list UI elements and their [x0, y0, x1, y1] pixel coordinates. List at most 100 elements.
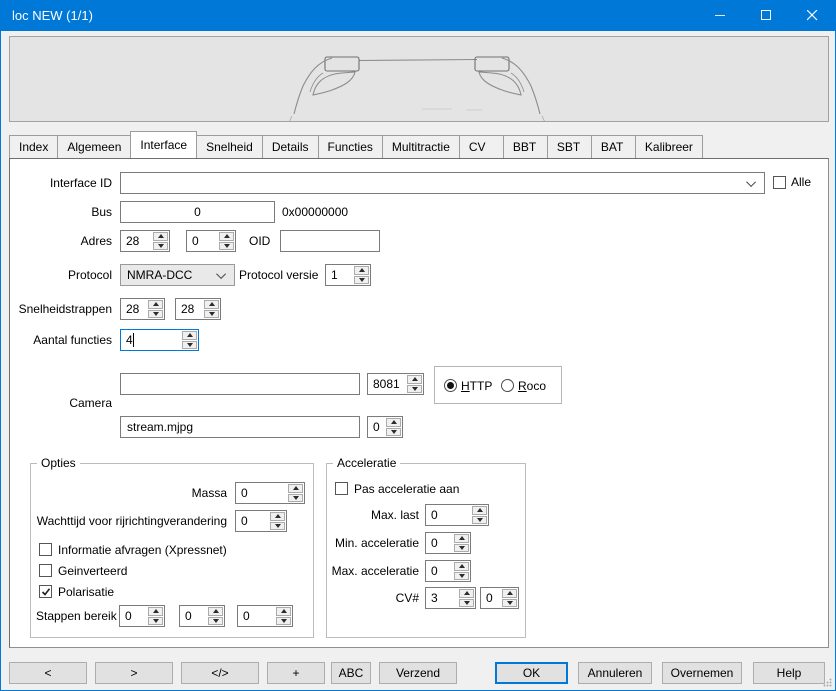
spin-down-button[interactable] [386, 428, 401, 437]
opties-group: Opties Massa 0 Wachttijd voor rijrichtin… [30, 463, 314, 638]
http-radio[interactable] [444, 379, 457, 392]
spin-up-button[interactable] [204, 300, 219, 309]
prev-button[interactable]: < [9, 662, 87, 684]
tab-details[interactable]: Details [262, 135, 319, 158]
tab-kalibreer[interactable]: Kalibreer [635, 135, 703, 158]
help-button[interactable]: Help [753, 662, 825, 684]
spin-down-button[interactable] [204, 310, 219, 319]
stappen-bereik-spinner-2[interactable]: 0 [179, 605, 225, 627]
maximize-button[interactable] [743, 0, 789, 31]
tab-index[interactable]: Index [9, 135, 58, 158]
spin-up-button[interactable] [276, 607, 291, 616]
stappen-bereik-spinner-3[interactable]: 0 [237, 605, 293, 627]
spin-down-button[interactable] [270, 522, 285, 531]
protocol-versie-spinner[interactable]: 1 [325, 264, 371, 286]
spin-down-button[interactable] [148, 310, 163, 319]
wachttijd-spinner[interactable]: 0 [235, 510, 287, 532]
camera-stream-index-spinner[interactable]: 0 [367, 416, 403, 438]
cv-spinner-1[interactable]: 3 [425, 587, 476, 609]
spin-down-button[interactable] [182, 341, 197, 350]
minimize-button[interactable] [697, 0, 743, 31]
spin-down-button[interactable] [208, 617, 223, 626]
spin-up-button[interactable] [459, 589, 474, 598]
tab-algemeen[interactable]: Algemeen [57, 135, 131, 158]
tab-snelheid[interactable]: Snelheid [196, 135, 263, 158]
spin-up-button[interactable] [454, 534, 469, 543]
camera-url-input[interactable] [120, 373, 360, 395]
tab-bbt[interactable]: BBT [503, 135, 548, 158]
overnemen-button[interactable]: Overnemen [662, 662, 742, 684]
polarisatie-checkbox[interactable] [39, 585, 52, 598]
informatie-afvragen-checkbox[interactable] [39, 543, 52, 556]
add-button[interactable]: + [267, 662, 325, 684]
spin-down-button[interactable] [288, 494, 303, 503]
tab-functies[interactable]: Functies [318, 135, 383, 158]
minimize-icon [715, 10, 726, 21]
massa-spinner[interactable]: 0 [235, 482, 305, 504]
aantal-functies-spinner[interactable]: 4 [120, 329, 199, 351]
tab-sbt[interactable]: SBT [547, 135, 592, 158]
cv-spinner-2[interactable]: 0 [480, 587, 519, 609]
adres-spinner-2[interactable]: 0 [186, 230, 236, 252]
code-button[interactable]: </> [181, 662, 259, 684]
spin-up-button[interactable] [148, 607, 163, 616]
spin-down-button[interactable] [276, 617, 291, 626]
snelheidstrappen-spinner-2[interactable]: 28 [175, 298, 221, 320]
spin-up-button[interactable] [153, 232, 168, 241]
geinverteerd-checkbox[interactable] [39, 564, 52, 577]
spin-up-button[interactable] [288, 484, 303, 493]
pas-acceleratie-checkbox[interactable] [335, 482, 348, 495]
spin-up-button[interactable] [182, 331, 197, 340]
alle-checkbox[interactable] [773, 176, 786, 189]
ok-button[interactable]: OK [495, 662, 568, 684]
http-radio-label[interactable]: HTTP [461, 379, 492, 393]
camera-port-spinner[interactable]: 8081 [367, 373, 424, 395]
spin-down-button[interactable] [454, 572, 469, 581]
spin-up-button[interactable] [208, 607, 223, 616]
oid-input[interactable] [280, 230, 380, 252]
spin-down-button[interactable] [153, 242, 168, 251]
tab-interface[interactable]: Interface [130, 131, 197, 158]
max-last-spinner[interactable]: 0 [425, 504, 489, 526]
abc-button[interactable]: ABC [331, 662, 371, 684]
tab-bat[interactable]: BAT [591, 135, 636, 158]
spin-down-button[interactable] [219, 242, 234, 251]
verzend-button[interactable]: Verzend [379, 662, 457, 684]
stappen-bereik-spinner-1[interactable]: 0 [119, 605, 165, 627]
tab-cv[interactable]: CV [459, 135, 504, 158]
spin-up-button[interactable] [502, 589, 517, 598]
camera-stream-input[interactable]: stream.mjpg [120, 416, 360, 438]
adres-spinner[interactable]: 28 [120, 230, 170, 252]
spin-down-button[interactable] [502, 599, 517, 608]
protocol-combobox[interactable]: NMRA-DCC [120, 264, 235, 286]
spin-up-button[interactable] [219, 232, 234, 241]
spin-down-button[interactable] [454, 544, 469, 553]
annuleren-button[interactable]: Annuleren [578, 662, 652, 684]
spin-up-button[interactable] [472, 506, 487, 515]
wachttijd-label: Wachttijd voor rijrichtingverandering [37, 514, 227, 528]
spin-down-button[interactable] [472, 516, 487, 525]
spin-down-button[interactable] [354, 276, 369, 285]
resize-grip-icon[interactable] [823, 678, 832, 687]
spin-up-button[interactable] [407, 375, 422, 384]
next-button[interactable]: > [95, 662, 173, 684]
spin-down-button[interactable] [148, 617, 163, 626]
interface-id-combobox[interactable] [120, 172, 765, 194]
roco-radio-label[interactable]: Roco [518, 379, 546, 393]
snelheidstrappen-spinner[interactable]: 28 [120, 298, 165, 320]
close-button[interactable] [789, 0, 835, 31]
spin-down-button[interactable] [407, 385, 422, 394]
titlebar[interactable]: loc NEW (1/1) [1, 0, 835, 31]
max-acceleratie-spinner[interactable]: 0 [425, 560, 471, 582]
spin-up-button[interactable] [454, 562, 469, 571]
spin-down-button[interactable] [459, 599, 474, 608]
tab-multitractie[interactable]: Multitractie [382, 135, 460, 158]
roco-radio[interactable] [501, 379, 514, 392]
spin-up-button[interactable] [386, 418, 401, 427]
spin-up-button[interactable] [148, 300, 163, 309]
maximize-icon [761, 10, 772, 21]
spin-up-button[interactable] [354, 266, 369, 275]
spin-up-button[interactable] [270, 512, 285, 521]
min-acceleratie-spinner[interactable]: 0 [425, 532, 471, 554]
bus-input[interactable]: 0 [120, 201, 275, 223]
